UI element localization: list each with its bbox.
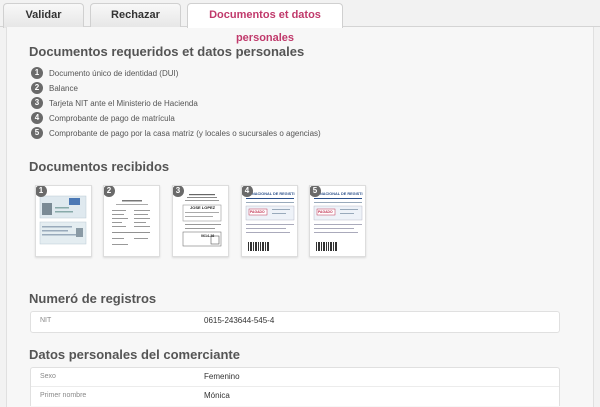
required-doc-item: 1 Documento único de identidad (DUI) (31, 66, 178, 80)
number-badge: 2 (104, 186, 115, 197)
field-label: NIT (40, 317, 52, 324)
field-value: Femenino (204, 372, 240, 381)
document-thumbnail-balance[interactable]: 2 (103, 185, 160, 257)
number-badge: 5 (310, 186, 321, 197)
required-doc-label: Balance (49, 83, 78, 93)
document-thumbnail-matricula[interactable]: 4 O NACIONAL DE REGISTI PAGADO (241, 185, 298, 257)
nit-card-image (182, 194, 222, 247)
required-doc-item: 3 Tarjeta NIT ante el Ministerio de Haci… (31, 96, 198, 110)
datos-table: Sexo Femenino Primer nombre Mónica (30, 367, 560, 406)
receipt-stamp: PAGADO (250, 210, 265, 214)
table-row: Sexo Femenino (31, 368, 559, 387)
table-row: NIT 0615-243644-545-4 (31, 312, 559, 332)
tab-rechazar-registro[interactable]: Rechazar registro (90, 3, 181, 44)
number-badge: 4 (242, 186, 253, 197)
required-doc-label: Comprobante de pago por la casa matriz (… (49, 128, 321, 138)
document-thumbnail-casa-matriz[interactable]: 5 O NACIONAL DE REGISTI PAGADO (309, 185, 366, 257)
receipt-image (313, 198, 363, 251)
required-doc-item: 4 Comprobante de pago de matrícula (31, 111, 175, 125)
nit-card-name: JOSE LOPEZ (190, 205, 216, 210)
registros-title: Numeró de registros (29, 291, 157, 306)
datos-title: Datos personales del comerciante (29, 347, 240, 362)
nit-card-code: 0614-28 (201, 234, 215, 238)
tab-bar: Validar registro Rechazar registro Docum… (0, 0, 600, 44)
tab-documentos-datos-personales[interactable]: Documentos et datos personales (187, 3, 343, 44)
number-badge: 1 (36, 186, 47, 197)
field-value: Mónica (204, 391, 230, 400)
number-badge: 2 (31, 82, 43, 94)
required-doc-label: Comprobante de pago de matrícula (49, 113, 175, 123)
required-doc-label: Tarjeta NIT ante el Ministerio de Hacien… (49, 98, 198, 108)
receipt-image (245, 198, 295, 251)
receipt-header: O NACIONAL DE REGISTI (316, 192, 363, 196)
balance-sheet-image (112, 200, 150, 245)
receipt-stamp: PAGADO (318, 210, 333, 214)
document-thumbnail-nit[interactable]: 3 JOSE LOPEZ 0614-28 (172, 185, 229, 257)
required-doc-item: 2 Balance (31, 81, 78, 95)
table-row: Primer nombre Mónica (31, 387, 559, 406)
field-label: Primer nombre (40, 392, 87, 399)
required-doc-item: 5 Comprobante de pago por la casa matriz… (31, 126, 321, 140)
number-badge: 3 (173, 186, 184, 197)
document-thumbnail-dui[interactable]: 1 (35, 185, 92, 257)
registros-table: NIT 0615-243644-545-4 (30, 311, 560, 333)
required-doc-label: Documento único de identidad (DUI) (49, 68, 179, 78)
recibidos-title: Documentos recibidos (29, 159, 170, 174)
number-badge: 1 (31, 67, 43, 79)
receipt-header: O NACIONAL DE REGISTI (248, 192, 295, 196)
tab-validar-registro[interactable]: Validar registro (3, 3, 84, 44)
number-badge: 4 (31, 112, 43, 124)
field-label: Sexo (40, 373, 56, 380)
content-panel: Documentos requeridos et datos personale… (6, 27, 594, 407)
number-badge: 5 (31, 127, 43, 139)
field-value: 0615-243644-545-4 (204, 316, 275, 325)
id-card-image (39, 195, 87, 245)
number-badge: 3 (31, 97, 43, 109)
